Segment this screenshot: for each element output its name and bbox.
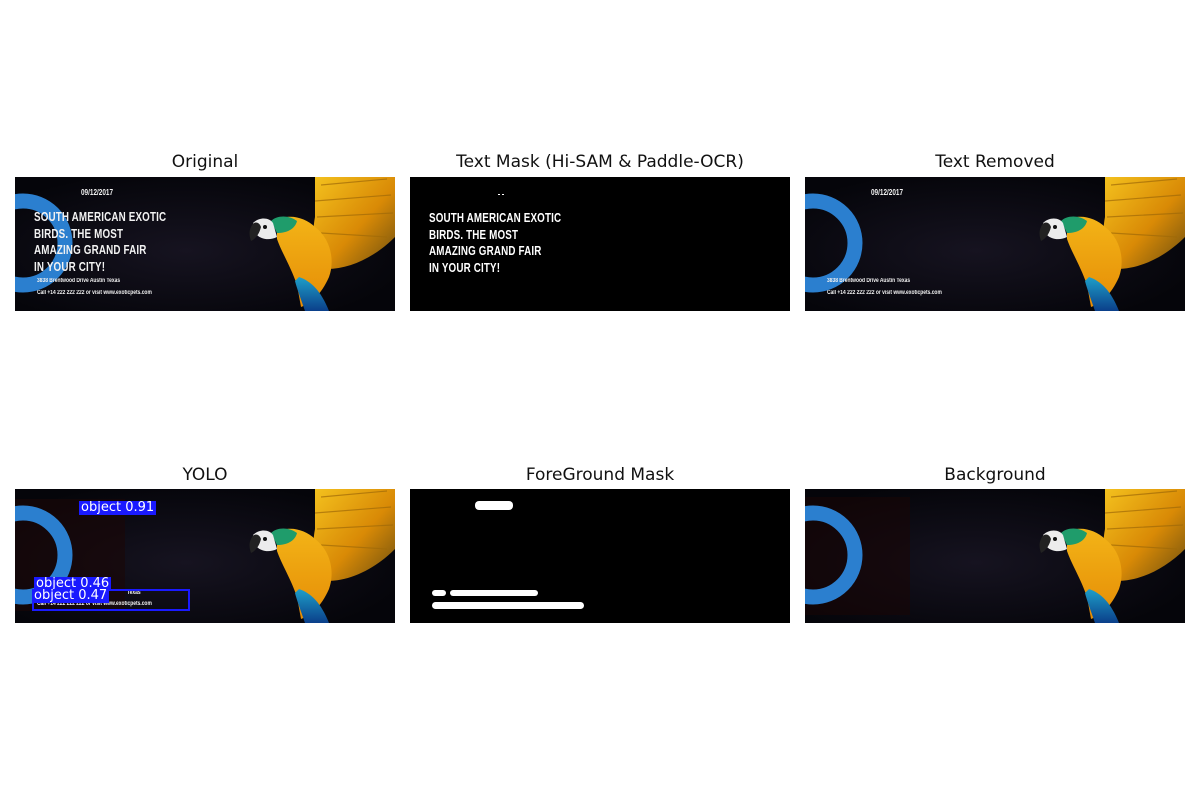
- banner-image: [805, 489, 1185, 623]
- mask-blob: [450, 590, 538, 596]
- panel-original: 09/12/2017 SOUTH AMERICAN EXOTIC BIRDS. …: [15, 177, 395, 311]
- mask-blob: [432, 590, 446, 596]
- banner-address: 3838 Brentwood Drive Austin Texas: [827, 278, 911, 284]
- detection-label: object 0.91: [79, 500, 157, 515]
- panel-title-text-removed: Text Removed: [935, 152, 1055, 172]
- banner-date: 09/12/2017: [81, 188, 114, 197]
- headline-line: AMAZING GRAND FAIR: [34, 243, 147, 257]
- panel-yolo: Call +14 222 222 222 or visit www.exotic…: [15, 489, 395, 623]
- headline-line: IN YOUR CITY!: [34, 259, 106, 274]
- panel-title-original: Original: [171, 152, 239, 172]
- panel-text-removed: 09/12/2017 3838 Brentwood Drive Austin T…: [805, 177, 1185, 311]
- headline-line: SOUTH AMERICAN EXOTIC: [34, 210, 167, 224]
- panel-background: [805, 489, 1185, 623]
- banner-address: 3838 Brentwood Drive Austin Texas: [37, 278, 121, 284]
- panel-title-text-mask: Text Mask (Hi-SAM & Paddle-OCR): [456, 152, 744, 172]
- panel-title-foreground-mask: ForeGround Mask: [525, 465, 675, 485]
- panel-text-mask: SOUTH AMERICAN EXOTIC BIRDS. THE MOST AM…: [410, 177, 790, 311]
- headline-line: BIRDS. THE MOST: [34, 226, 124, 241]
- foreground-mask-shapes: [432, 501, 584, 609]
- banner-contact: Call +14 222 222 222 or visit www.exotic…: [37, 290, 152, 296]
- banner-date: 09/12/2017: [871, 188, 904, 197]
- mask-specks: [498, 194, 504, 195]
- detection-label: object 0.47: [32, 588, 110, 603]
- panel-foreground-mask: [410, 489, 790, 623]
- mask-blob: [475, 501, 513, 510]
- banner-headline: SOUTH AMERICAN EXOTIC BIRDS. THE MOST AM…: [34, 209, 166, 275]
- mask-blob: [432, 602, 584, 609]
- banner-contact: Call +14 222 222 222 or visit www.exotic…: [827, 290, 942, 296]
- panel-title-yolo: YOLO: [182, 465, 228, 485]
- panel-title-background: Background: [944, 465, 1046, 485]
